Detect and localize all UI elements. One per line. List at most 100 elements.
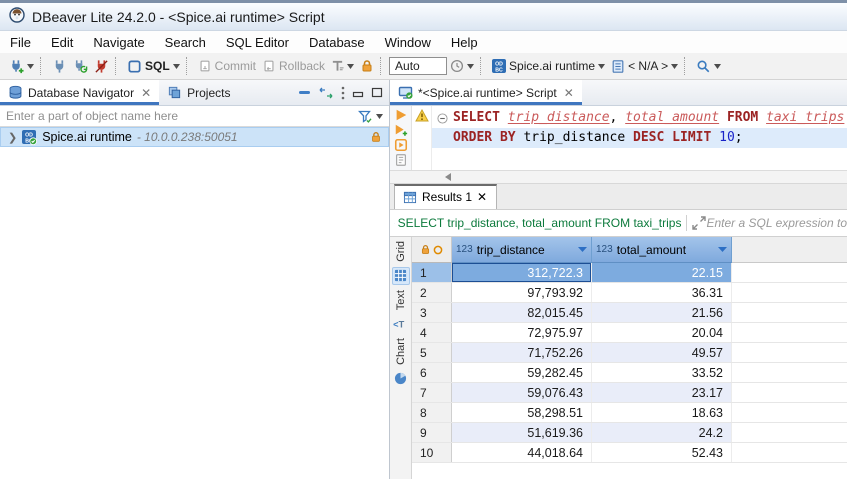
tree-expander-icon[interactable]: ❯ <box>8 131 17 144</box>
row-number[interactable]: 1 <box>412 263 452 282</box>
table-row[interactable]: 571,752.2649.57 <box>412 343 847 363</box>
menu-item-file[interactable]: File <box>0 33 41 52</box>
execute-script-icon[interactable] <box>394 138 408 152</box>
filter-funnel-icon[interactable] <box>358 110 372 123</box>
menu-item-navigate[interactable]: Navigate <box>83 33 154 52</box>
cell[interactable]: 312,722.3 <box>452 263 592 282</box>
sql-editor-button[interactable]: SQL <box>124 57 183 76</box>
cell[interactable]: 49.57 <box>592 343 732 362</box>
cell[interactable]: 20.04 <box>592 323 732 342</box>
tab-grid[interactable] <box>392 267 410 285</box>
menu-item-database[interactable]: Database <box>299 33 375 52</box>
row-number[interactable]: 8 <box>412 403 452 422</box>
cell[interactable]: 21.56 <box>592 303 732 322</box>
fold-marker-icon[interactable] <box>437 113 453 124</box>
menu-item-search[interactable]: Search <box>155 33 216 52</box>
cell[interactable]: 97,793.92 <box>452 283 592 302</box>
row-number[interactable]: 9 <box>412 423 452 442</box>
cell[interactable]: 52.43 <box>592 443 732 462</box>
minimize-panel-icon[interactable] <box>352 87 364 98</box>
tab-grid-label[interactable]: Grid <box>395 241 407 262</box>
tab-chart-label[interactable]: Chart <box>395 338 407 365</box>
tab-database-navigator[interactable]: Database Navigator ✕ <box>0 80 159 105</box>
cell[interactable]: 24.2 <box>592 423 732 442</box>
tab-sql-script[interactable]: *<Spice.ai runtime> Script ✕ <box>390 80 582 105</box>
tab-results-1[interactable]: Results 1 ✕ <box>394 184 497 209</box>
table-row[interactable]: 759,076.4323.17 <box>412 383 847 403</box>
editor-horizontal-scrollbar[interactable] <box>390 171 847 184</box>
tab-text[interactable]: <T <box>392 315 410 333</box>
connection-lock-indicator[interactable] <box>357 57 377 75</box>
row-number[interactable]: 10 <box>412 443 452 462</box>
close-icon[interactable]: ✕ <box>564 86 574 100</box>
cell[interactable]: 51,619.36 <box>452 423 592 442</box>
menu-item-window[interactable]: Window <box>375 33 441 52</box>
row-number[interactable]: 2 <box>412 283 452 302</box>
collapse-all-icon[interactable] <box>298 86 311 99</box>
connect-button[interactable] <box>49 57 70 76</box>
active-database-selector[interactable]: < N/A > <box>608 57 681 76</box>
cell[interactable]: 59,076.43 <box>452 383 592 402</box>
explain-plan-icon[interactable] <box>394 153 408 167</box>
column-header-trip-distance[interactable]: 123 trip_distance <box>452 237 592 263</box>
table-row[interactable]: 1312,722.322.15 <box>412 263 847 283</box>
cell[interactable]: 58,298.51 <box>452 403 592 422</box>
row-number[interactable]: 5 <box>412 343 452 362</box>
expand-filter-icon[interactable] <box>692 216 706 230</box>
table-row[interactable]: 1044,018.6452.43 <box>412 443 847 463</box>
cell[interactable]: 71,752.26 <box>452 343 592 362</box>
column-header-total-amount[interactable]: 123 total_amount <box>592 237 732 263</box>
tree-item-spiceai-connection[interactable]: ❯ ODBC Spice.ai runtime - 10.0.0.238:500… <box>0 127 389 147</box>
tab-projects[interactable]: Projects <box>159 80 238 105</box>
tab-text-label[interactable]: Text <box>395 290 407 310</box>
cell[interactable]: 23.17 <box>592 383 732 402</box>
row-number[interactable]: 3 <box>412 303 452 322</box>
object-filter-input[interactable]: Enter a part of object name here <box>0 106 389 127</box>
execute-statement-icon[interactable] <box>394 108 408 122</box>
cell[interactable]: 44,018.64 <box>452 443 592 462</box>
cell[interactable]: 59,282.45 <box>452 363 592 382</box>
cell[interactable]: 18.63 <box>592 403 732 422</box>
cell[interactable]: 22.15 <box>592 263 732 282</box>
reconnect-button[interactable] <box>70 57 91 76</box>
table-corner-cell[interactable] <box>412 237 452 263</box>
cell[interactable]: 36.31 <box>592 283 732 302</box>
table-row[interactable]: 951,619.3624.2 <box>412 423 847 443</box>
row-number[interactable]: 7 <box>412 383 452 402</box>
menu-item-sql-editor[interactable]: SQL Editor <box>216 33 299 52</box>
sql-line-2[interactable]: ORDER BY trip_distance DESC LIMIT 10; <box>432 128 847 148</box>
disconnect-button[interactable] <box>91 57 112 76</box>
maximize-panel-icon[interactable] <box>371 87 383 98</box>
sort-desc-icon[interactable] <box>578 247 587 252</box>
active-connection-selector[interactable]: ODBC Spice.ai runtime <box>489 57 608 75</box>
cell[interactable]: 72,975.97 <box>452 323 592 342</box>
table-row[interactable]: 858,298.5118.63 <box>412 403 847 423</box>
search-button[interactable] <box>693 57 724 76</box>
table-row[interactable]: 659,282.4533.52 <box>412 363 847 383</box>
execute-new-tab-icon[interactable] <box>394 123 408 137</box>
link-with-editor-icon[interactable] <box>318 87 334 99</box>
close-icon[interactable]: ✕ <box>141 86 151 100</box>
row-number[interactable]: 4 <box>412 323 452 342</box>
sql-expression-filter-input[interactable]: Enter a SQL expression to <box>706 216 847 230</box>
commit-button[interactable]: Commit <box>195 57 259 75</box>
sort-icon[interactable] <box>718 247 727 252</box>
new-connection-button[interactable] <box>6 57 37 76</box>
auto-commit-combo[interactable]: Auto <box>389 57 447 75</box>
table-row[interactable]: 297,793.9236.31 <box>412 283 847 303</box>
view-menu-icon[interactable] <box>341 86 345 100</box>
tab-chart[interactable] <box>392 370 410 388</box>
rollback-button[interactable]: Rollback <box>259 57 328 75</box>
cell[interactable]: 82,015.45 <box>452 303 592 322</box>
menu-item-help[interactable]: Help <box>441 33 488 52</box>
sql-code-area[interactable]: SELECT trip_distance, total_amount FROM … <box>432 106 847 170</box>
sql-line-1[interactable]: SELECT trip_distance, total_amount FROM … <box>432 108 847 128</box>
menu-item-edit[interactable]: Edit <box>41 33 83 52</box>
chevron-down-icon[interactable] <box>376 114 383 119</box>
transaction-log-button[interactable] <box>447 57 477 75</box>
scroll-left-arrow-icon[interactable] <box>445 173 451 181</box>
row-number[interactable]: 6 <box>412 363 452 382</box>
table-row[interactable]: 472,975.9720.04 <box>412 323 847 343</box>
close-icon[interactable]: ✕ <box>477 190 487 204</box>
cell[interactable]: 33.52 <box>592 363 732 382</box>
